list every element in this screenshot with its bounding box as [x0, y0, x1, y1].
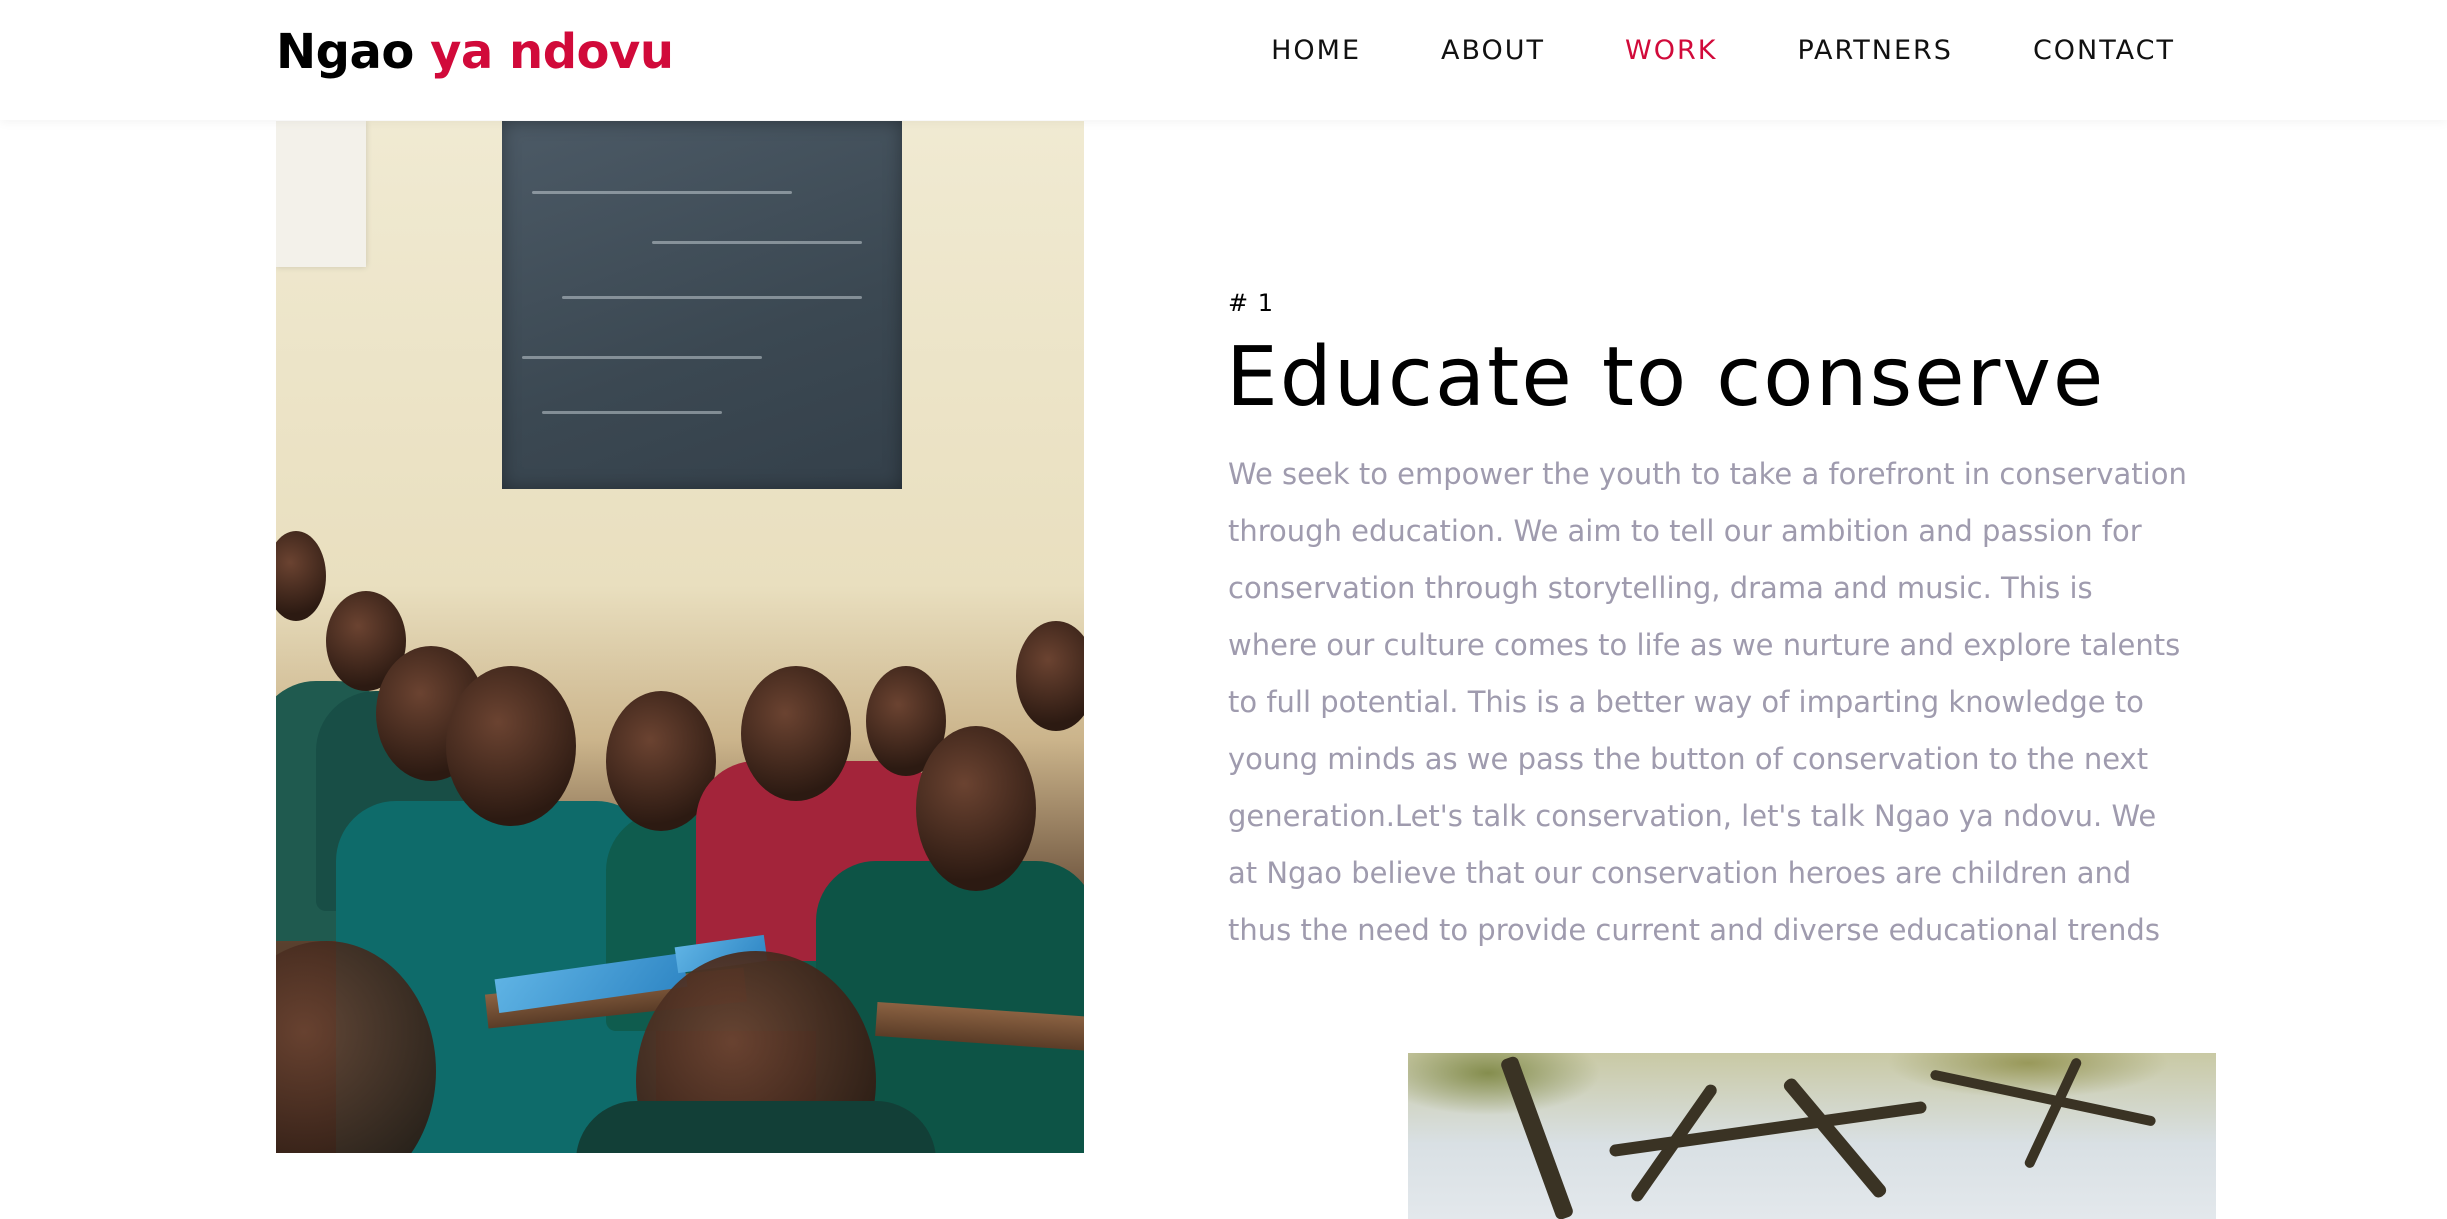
chalkboard	[502, 121, 902, 489]
brand-name-main: Ngao	[276, 24, 414, 80]
nav-about[interactable]: ABOUT	[1441, 31, 1545, 71]
section-title: Educate to conserve	[1226, 330, 2106, 425]
top-navbar: Ngao ya ndovu HOME ABOUT WORK PARTNERS C…	[0, 0, 2447, 120]
nav-contact[interactable]: CONTACT	[2033, 31, 2175, 71]
brand-logo[interactable]: Ngao ya ndovu	[276, 22, 674, 82]
main-nav: HOME ABOUT WORK PARTNERS CONTACT	[1271, 31, 2175, 71]
section-description: We seek to empower the youth to take a f…	[1228, 457, 2187, 947]
wall-poster	[276, 121, 366, 267]
tree-photo	[1408, 1053, 2216, 1219]
nav-work[interactable]: WORK	[1625, 31, 1717, 71]
nav-home[interactable]: HOME	[1271, 31, 1361, 71]
brand-name-accent: ya ndovu	[430, 24, 674, 80]
section-number: # 1	[1228, 289, 1275, 317]
classroom-photo	[276, 121, 1084, 1153]
nav-partners[interactable]: PARTNERS	[1797, 31, 1952, 71]
